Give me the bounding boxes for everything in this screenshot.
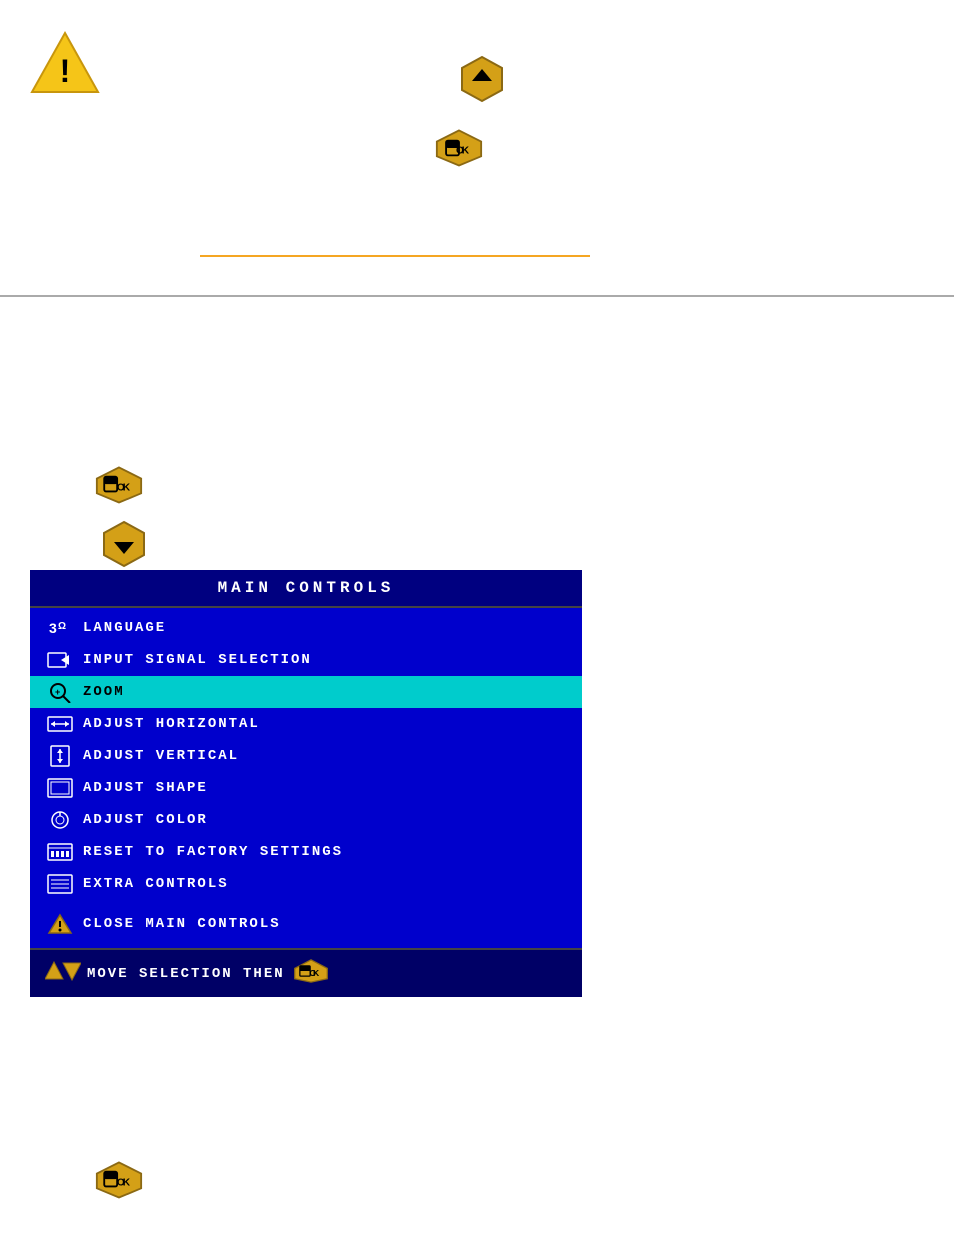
- adjust-horizontal-label: ADJUST HORIZONTAL: [83, 716, 260, 732]
- svg-text:O: O: [117, 483, 125, 494]
- menu-item-language[interactable]: 3 Ω LANGUAGE: [30, 612, 582, 644]
- close-menu-icon: [45, 913, 75, 935]
- menu-item-input-signal[interactable]: INPUT SIGNAL SELECTION: [30, 644, 582, 676]
- menu-item-adjust-color[interactable]: ADJUST COLOR: [30, 804, 582, 836]
- up-arrow-button[interactable]: [458, 55, 506, 108]
- warning-icon: !: [30, 30, 100, 100]
- svg-text:+: +: [55, 687, 62, 697]
- language-label: LANGUAGE: [83, 620, 166, 636]
- menu-bottom-bar: MOVE SELECTION THEN K O: [30, 948, 582, 997]
- ok-button-top[interactable]: K O: [435, 128, 483, 173]
- svg-text:O: O: [309, 968, 317, 978]
- orange-underline: [200, 255, 590, 257]
- horizontal-icon: [45, 713, 75, 735]
- color-icon: [45, 809, 75, 831]
- nav-arrows-icon: [45, 960, 81, 987]
- menu-item-adjust-vertical[interactable]: ADJUST VERTICAL: [30, 740, 582, 772]
- reset-factory-label: RESET TO FACTORY SETTINGS: [83, 844, 343, 860]
- menu-body: 3 Ω LANGUAGE INPUT SIGNAL SELECTION: [30, 608, 582, 948]
- shape-icon: [45, 777, 75, 799]
- input-signal-label: INPUT SIGNAL SELECTION: [83, 652, 312, 668]
- zoom-icon: +: [45, 681, 75, 703]
- factory-icon: [45, 841, 75, 863]
- menu-spacer2: [30, 940, 582, 944]
- close-main-controls-label: CLOSE MAIN CONTROLS: [83, 916, 281, 932]
- extra-controls-icon: [45, 873, 75, 895]
- vertical-icon: [45, 745, 75, 767]
- menu-item-reset-factory[interactable]: RESET TO FACTORY SETTINGS: [30, 836, 582, 868]
- menu-item-adjust-horizontal[interactable]: ADJUST HORIZONTAL: [30, 708, 582, 740]
- language-icon: 3 Ω: [45, 617, 75, 639]
- adjust-vertical-label: ADJUST VERTICAL: [83, 748, 239, 764]
- adjust-color-label: ADJUST COLOR: [83, 812, 208, 828]
- osd-menu: MAIN CONTROLS 3 Ω LANGUAGE INPUT SIGNAL …: [30, 570, 582, 997]
- extra-controls-label: EXTRA CONTROLS: [83, 876, 229, 892]
- svg-text:O: O: [456, 146, 464, 157]
- adjust-shape-label: ADJUST SHAPE: [83, 780, 208, 796]
- horizontal-divider: [0, 295, 954, 297]
- ok-icon-bottom: K O: [293, 957, 329, 990]
- zoom-label: ZOOM: [83, 684, 125, 700]
- menu-item-zoom[interactable]: + ZOOM: [30, 676, 582, 708]
- down-arrow-button[interactable]: [100, 520, 148, 573]
- move-selection-label: MOVE SELECTION THEN: [87, 966, 285, 982]
- svg-text:!: !: [60, 53, 71, 89]
- menu-item-adjust-shape[interactable]: ADJUST SHAPE: [30, 772, 582, 804]
- ok-button-mid[interactable]: K O: [95, 465, 143, 510]
- menu-spacer: [30, 900, 582, 908]
- svg-text:Ω: Ω: [58, 621, 68, 632]
- ok-button-bottom[interactable]: K O: [95, 1160, 143, 1205]
- svg-text:O: O: [117, 1178, 125, 1189]
- input-signal-icon: [45, 649, 75, 671]
- menu-item-close[interactable]: CLOSE MAIN CONTROLS: [30, 908, 582, 940]
- menu-item-extra-controls[interactable]: EXTRA CONTROLS: [30, 868, 582, 900]
- menu-title: MAIN CONTROLS: [30, 570, 582, 608]
